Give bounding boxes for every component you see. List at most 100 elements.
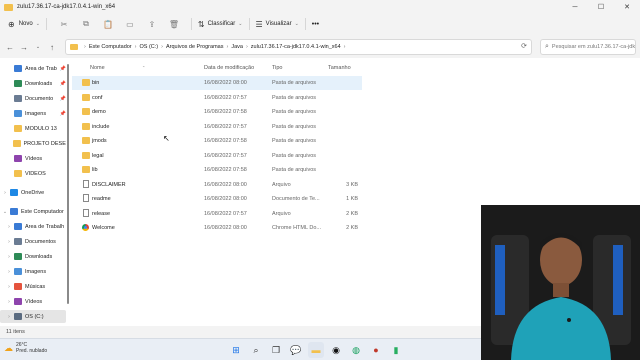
- sidebar-item[interactable]: Vídeos: [0, 152, 66, 165]
- sidebar-item[interactable]: MÓDULO 13: [0, 122, 66, 135]
- sidebar-item[interactable]: › Imagens: [0, 265, 66, 278]
- rename-icon[interactable]: ▭: [119, 20, 141, 29]
- file-type: Pasta de arquivos: [272, 152, 317, 159]
- expand-arrow-icon[interactable]: ›: [4, 224, 14, 230]
- column-name[interactable]: Nome: [90, 65, 105, 71]
- file-modified: 16/08/2022 08:00: [204, 80, 247, 86]
- refresh-icon[interactable]: ⟳: [521, 42, 527, 50]
- sidebar-item[interactable]: › OS (C:): [0, 310, 66, 323]
- weather-widget[interactable]: ☁ 26°C Pred. nublado: [4, 342, 47, 354]
- file-row[interactable]: jmods 16/08/2022 07:58 Pasta de arquivos: [72, 134, 362, 148]
- pin-icon: 📌: [59, 110, 66, 117]
- sidebar-item[interactable]: Área de Trab 📌: [0, 62, 66, 75]
- file-row[interactable]: lib 16/08/2022 07:58 Pasta de arquivos: [72, 163, 362, 177]
- sidebar-item[interactable]: VÍDEOS: [0, 167, 66, 180]
- file-row[interactable]: DISCLAIMER 16/08/2022 08:00 Arquivo 3 KB: [72, 178, 362, 192]
- presenter-video: [481, 205, 640, 360]
- sidebar-item-label: MÓDULO 13: [25, 125, 57, 132]
- search-icon: ⌕: [545, 43, 549, 50]
- sidebar-item-label: Vídeos: [25, 298, 43, 305]
- sidebar-item[interactable]: › OneDrive: [0, 186, 66, 199]
- expand-arrow-icon[interactable]: ›: [4, 284, 14, 290]
- file-row[interactable]: include 16/08/2022 07:57 Pasta de arquivos: [72, 120, 362, 134]
- breadcrumb-item[interactable]: zulu17.36.17-ca-jdk17.0.4.1-win_x64: [251, 44, 341, 50]
- delete-icon[interactable]: 🗑: [163, 20, 185, 29]
- file-name: readme: [92, 196, 111, 202]
- sidebar-item-label: Este Computador: [21, 208, 64, 215]
- file-modified: 16/08/2022 07:57: [204, 152, 247, 159]
- up-icon[interactable]: ↑: [45, 43, 59, 52]
- sidebar-item-label: OneDrive: [21, 189, 45, 196]
- sidebar-item[interactable]: › Vídeos: [0, 295, 66, 308]
- chrome-icon[interactable]: ◍: [348, 342, 364, 358]
- task-view-icon[interactable]: ❐: [268, 342, 284, 358]
- new-button[interactable]: ⊕ Novo ⌄: [8, 20, 40, 29]
- chevron-down-icon: ⌄: [294, 21, 299, 27]
- file-row[interactable]: demo 16/08/2022 07:58 Pasta de arquivos: [72, 105, 362, 119]
- breadcrumb-item[interactable]: Java: [231, 44, 243, 50]
- sidebar-item[interactable]: Documento 📌: [0, 92, 66, 105]
- cut-icon[interactable]: ✂: [53, 20, 75, 29]
- chevron-down-icon[interactable]: ⌄: [31, 44, 45, 50]
- sidebar-item[interactable]: Downloads 📌: [0, 77, 66, 90]
- file-name: include: [92, 123, 110, 130]
- sidebar-scrollbar[interactable]: [67, 64, 69, 304]
- sidebar-item[interactable]: › Área de Trabalh: [0, 220, 66, 233]
- obs-icon[interactable]: ●: [368, 342, 384, 358]
- back-icon[interactable]: ←: [3, 43, 17, 52]
- navigation-bar: ← → ⌄ ↑ › Este Computador › OS (C:) › Ar…: [0, 36, 640, 58]
- paste-icon[interactable]: 📋: [97, 20, 119, 29]
- file-row[interactable]: conf 16/08/2022 07:57 Pasta de arquivos: [72, 91, 362, 105]
- expand-arrow-icon[interactable]: ›: [4, 239, 14, 245]
- column-type[interactable]: Tipo: [272, 65, 283, 71]
- document-icon: [14, 95, 22, 102]
- chevron-down-icon: ⌄: [35, 21, 40, 27]
- file-explorer-icon[interactable]: ▬: [308, 342, 324, 358]
- search-icon[interactable]: ⌕: [248, 342, 264, 358]
- view-button[interactable]: ☰ Visualizar ⌄: [256, 20, 299, 29]
- column-modified[interactable]: Data de modificação: [204, 65, 254, 71]
- expand-arrow-icon[interactable]: ⌄: [0, 209, 10, 215]
- sidebar-item[interactable]: ⌄ Este Computador: [0, 205, 66, 218]
- share-icon[interactable]: ⇪: [141, 20, 163, 29]
- sidebar-item[interactable]: › Músicas: [0, 280, 66, 293]
- sidebar-item-label: Imagens: [25, 268, 47, 275]
- edge-icon[interactable]: ◉: [328, 342, 344, 358]
- sidebar-item[interactable]: › Documentos: [0, 235, 66, 248]
- expand-arrow-icon[interactable]: ›: [4, 254, 14, 260]
- column-size[interactable]: Tamanho: [328, 65, 351, 71]
- file-row[interactable]: legal 16/08/2022 07:57 Pasta de arquivos: [72, 149, 362, 163]
- expand-arrow-icon[interactable]: ›: [4, 269, 14, 275]
- file-row[interactable]: release 16/08/2022 07:57 Arquivo 2 KB: [72, 207, 362, 221]
- file-row[interactable]: Welcome 16/08/2022 08:00 Chrome HTML Do...…: [72, 221, 362, 235]
- address-bar[interactable]: › Este Computador › OS (C:) › Arquivos d…: [65, 39, 532, 55]
- document-icon: [14, 238, 22, 245]
- close-icon[interactable]: ✕: [614, 0, 640, 14]
- search-box[interactable]: ⌕ Pesquisar em zulu17.36.17-ca-jdk17.0.4…: [540, 39, 636, 55]
- file-modified: 16/08/2022 08:00: [204, 225, 247, 231]
- expand-arrow-icon[interactable]: ›: [4, 299, 14, 305]
- forward-icon[interactable]: →: [17, 43, 31, 52]
- sidebar-item[interactable]: PROJETO DESEN: [0, 137, 66, 150]
- copy-icon[interactable]: ⧉: [75, 19, 97, 29]
- breadcrumb-item[interactable]: OS (C:): [140, 44, 159, 50]
- breadcrumb-item[interactable]: Arquivos de Programas: [166, 44, 223, 50]
- chevron-right-icon: ›: [226, 44, 229, 50]
- app-icon[interactable]: ▮: [388, 342, 404, 358]
- maximize-icon[interactable]: ☐: [588, 0, 614, 14]
- sidebar-item[interactable]: Imagens 📌: [0, 107, 66, 120]
- expand-arrow-icon[interactable]: ›: [0, 190, 10, 196]
- file-type: Pasta de arquivos: [272, 80, 317, 86]
- minimize-icon[interactable]: ─: [562, 0, 588, 14]
- file-row[interactable]: bin 16/08/2022 08:00 Pasta de arquivos: [72, 76, 362, 90]
- more-options-button[interactable]: •••: [312, 21, 319, 28]
- file-row[interactable]: readme 16/08/2022 08:00 Documento de Te...…: [72, 192, 362, 206]
- sidebar-item[interactable]: › Downloads: [0, 250, 66, 263]
- plus-icon: ⊕: [8, 19, 15, 29]
- expand-arrow-icon[interactable]: ›: [4, 314, 14, 320]
- sort-button[interactable]: ⇅ Classificar ⌄: [198, 20, 243, 29]
- cloud-sun-icon: ☁: [4, 342, 13, 353]
- chat-icon[interactable]: 💬: [288, 342, 304, 358]
- breadcrumb-item[interactable]: Este Computador: [89, 44, 132, 50]
- windows-start-icon[interactable]: ⊞: [228, 342, 244, 358]
